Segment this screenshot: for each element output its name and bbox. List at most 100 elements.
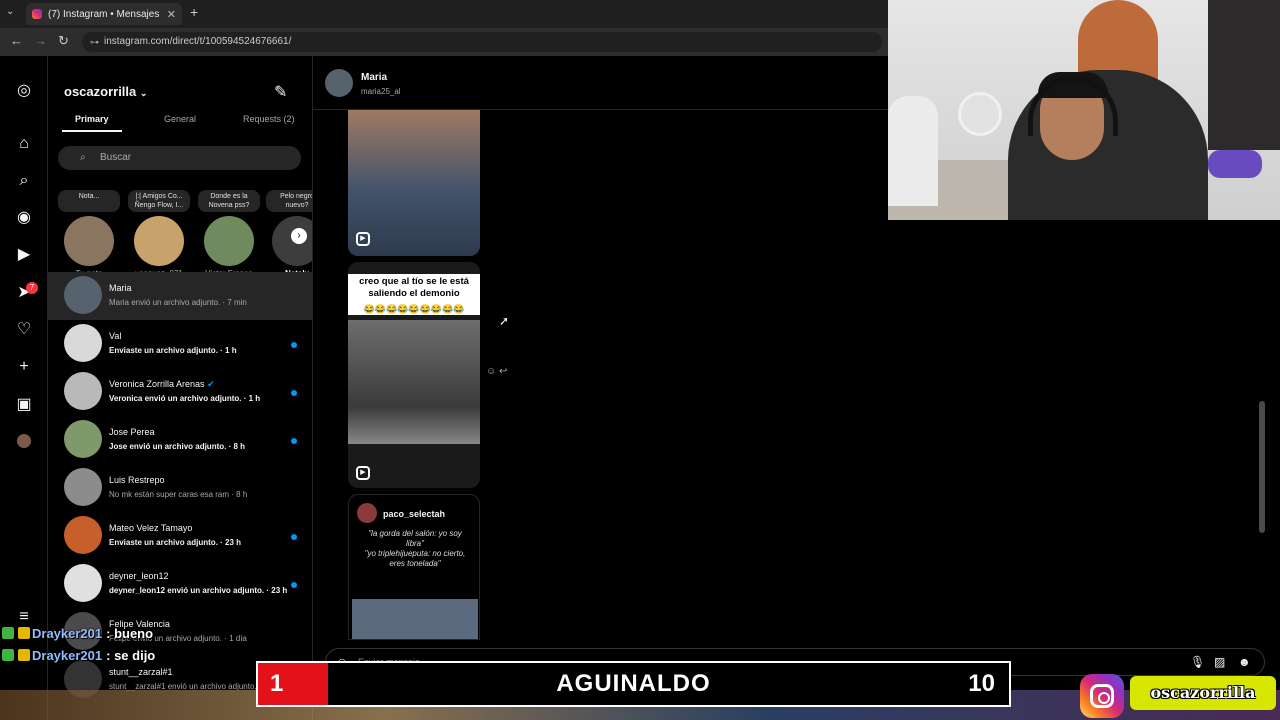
reels-icon[interactable]: ▶ xyxy=(15,246,33,264)
unread-dot xyxy=(291,390,297,396)
banner-goal: 10 xyxy=(968,670,995,697)
unread-dot xyxy=(291,534,297,540)
url-text: instagram.com/direct/t/100594524676661/ xyxy=(104,36,292,47)
avatar xyxy=(64,216,114,266)
search-placeholder: Buscar xyxy=(100,152,132,163)
active-tab-underline xyxy=(62,130,122,132)
search-input[interactable]: ⌕ Buscar xyxy=(58,146,301,170)
dashboard-icon[interactable]: ▣ xyxy=(15,396,33,414)
create-icon[interactable]: + xyxy=(15,358,33,376)
instagram-logo-icon[interactable]: ◎ xyxy=(15,82,33,100)
avatar xyxy=(64,420,102,458)
thread-item[interactable]: Val Enviaste un archivo adjunto. · 1 h xyxy=(48,320,312,368)
browser-tab[interactable]: (7) Instagram • Mensajes ✕ xyxy=(26,3,182,25)
chevron-right-icon[interactable]: › xyxy=(291,228,307,244)
avatar xyxy=(357,503,377,523)
webcam-fan xyxy=(958,92,1002,136)
thread-name: stunt__zarzal#1 xyxy=(109,667,173,677)
react-icon[interactable]: ☺ xyxy=(486,366,496,377)
microphone-icon[interactable]: 🎙 xyxy=(1190,649,1205,675)
stream-chat-overlay: Drayker201 : bueno Drayker201 : se dijo xyxy=(0,622,155,666)
thread-preview: Veronica envió un archivo adjunto. · 1 h xyxy=(109,394,261,403)
badge-icon xyxy=(2,627,14,639)
instagram-logo-icon xyxy=(1080,674,1124,718)
image-icon[interactable]: ▨ xyxy=(1214,649,1225,675)
tab-primary[interactable]: Primary xyxy=(75,114,109,124)
notifications-icon[interactable]: ♡ xyxy=(15,321,33,339)
nav-rail: ◎ ⌂ ⌕ ◉ ▶ ➤ 7 ♡ + ▣ ≡ xyxy=(0,56,48,720)
forward-icon[interactable]: → xyxy=(34,33,47,48)
explore-icon[interactable]: ◉ xyxy=(15,209,33,227)
scrollbar[interactable] xyxy=(1259,401,1265,533)
avatar[interactable] xyxy=(325,69,353,97)
reel-emojis: 😂😂😂😂😂😂😂😂😂 xyxy=(348,304,480,315)
account-name: oscazorrilla xyxy=(64,84,137,99)
thread-preview: Enviaste un archivo adjunto. · 1 h xyxy=(109,346,237,355)
message-actions: ☺ ↩ xyxy=(486,366,507,377)
avatar xyxy=(204,216,254,266)
close-tab-icon[interactable]: ✕ xyxy=(167,8,176,21)
goal-banner: AGUINALDO 1 10 xyxy=(256,661,1011,707)
thread-item[interactable]: Mateo Velez Tamayo Enviaste un archivo a… xyxy=(48,512,312,560)
unread-dot xyxy=(291,342,297,348)
thread-item[interactable]: Veronica Zorrilla Arenas ✔ Veronica envi… xyxy=(48,368,312,416)
search-icon[interactable]: ⌕ xyxy=(15,172,33,190)
thread-item[interactable]: Jose Perea Jose envió un archivo adjunto… xyxy=(48,416,312,464)
reel-icon: ▶ xyxy=(356,232,370,246)
compose-icon[interactable]: ✎ xyxy=(274,82,287,102)
notes-row: Nota... Tu nota |:| Amigos Co... Ñengo F… xyxy=(48,190,312,278)
url-field[interactable]: ⊶ instagram.com/direct/t/100594524676661… xyxy=(82,32,882,52)
tab-title: (7) Instagram • Mensajes xyxy=(48,8,160,20)
thread-item[interactable]: Maria Maria envió un archivo adjunto. · … xyxy=(48,272,312,320)
reload-icon[interactable]: ↻ xyxy=(58,33,69,49)
webcam-overlay xyxy=(888,0,1280,220)
reply-icon[interactable]: ↩ xyxy=(499,366,507,377)
chevron-down-icon: ⌄ xyxy=(139,88,148,98)
note-item[interactable]: |:| Amigos Co... Ñengo Flow, I... vasque… xyxy=(128,190,190,278)
shared-reel-message[interactable]: creo que al tío se le está saliendo el d… xyxy=(348,262,480,488)
thread-name: Luis Restrepo xyxy=(109,475,165,485)
badge-icon xyxy=(18,627,30,639)
note-item[interactable]: Donde es la Novena pss? Victor Franco xyxy=(198,190,260,278)
avatar xyxy=(64,564,102,602)
home-icon[interactable]: ⌂ xyxy=(15,135,33,153)
stream-chat-line: Drayker201 : se dijo xyxy=(0,644,155,666)
unread-dot xyxy=(291,438,297,444)
inbox-tabs: Primary General Requests (2) xyxy=(48,114,312,134)
chat-username: Drayker201 xyxy=(32,625,103,641)
streamer-handle: oscazorrilla xyxy=(1130,676,1276,710)
tab-general[interactable]: General xyxy=(164,114,196,124)
badge-icon xyxy=(18,649,30,661)
banner-title: AGUINALDO xyxy=(556,670,711,697)
thread-name: Val xyxy=(109,331,122,341)
note-bubble: |:| Amigos Co... Ñengo Flow, I... xyxy=(128,190,190,212)
instagram-favicon-icon xyxy=(32,9,42,19)
thread-preview: No mk están super caras esa ram · 8 h xyxy=(109,490,248,499)
note-bubble: Nota... xyxy=(58,190,120,212)
mouse-cursor-icon: ➚ xyxy=(499,314,510,328)
reel-thumbnail xyxy=(348,320,480,444)
shared-reel-message[interactable]: ▶ xyxy=(348,110,480,256)
back-icon[interactable]: ← xyxy=(10,33,23,48)
chat-message: : bueno xyxy=(106,625,154,641)
note-item[interactable]: Nota... Tu nota xyxy=(58,190,120,278)
profile-avatar[interactable] xyxy=(17,434,31,448)
messages-badge: 7 xyxy=(26,282,38,294)
account-switcher[interactable]: oscazorrilla ⌄ xyxy=(64,84,147,99)
banner-current: 1 xyxy=(258,663,328,705)
thread-item[interactable]: Luis Restrepo No mk están super caras es… xyxy=(48,464,312,512)
tab-search-icon[interactable]: ⌄ xyxy=(6,6,14,17)
chat-contact-name[interactable]: Maria xyxy=(361,72,387,83)
tab-requests[interactable]: Requests (2) xyxy=(243,114,295,124)
new-tab-icon[interactable]: + xyxy=(190,4,198,20)
search-icon: ⌕ xyxy=(80,152,86,163)
thread-preview: deyner_leon12 envió un archivo adjunto. … xyxy=(109,586,288,595)
note-bubble: Donde es la Novena pss? xyxy=(198,190,260,212)
thread-preview: Maria envió un archivo adjunto. · 7 min xyxy=(109,298,247,307)
shared-post-message[interactable]: paco_selectah "la gorda del salón: yo so… xyxy=(348,494,480,640)
avatar xyxy=(64,372,102,410)
site-info-icon[interactable]: ⊶ xyxy=(90,32,99,52)
sticker-icon[interactable]: ☻ xyxy=(1238,649,1251,675)
avatar xyxy=(64,324,102,362)
thread-item[interactable]: deyner_leon12 deyner_leon12 envió un arc… xyxy=(48,560,312,608)
